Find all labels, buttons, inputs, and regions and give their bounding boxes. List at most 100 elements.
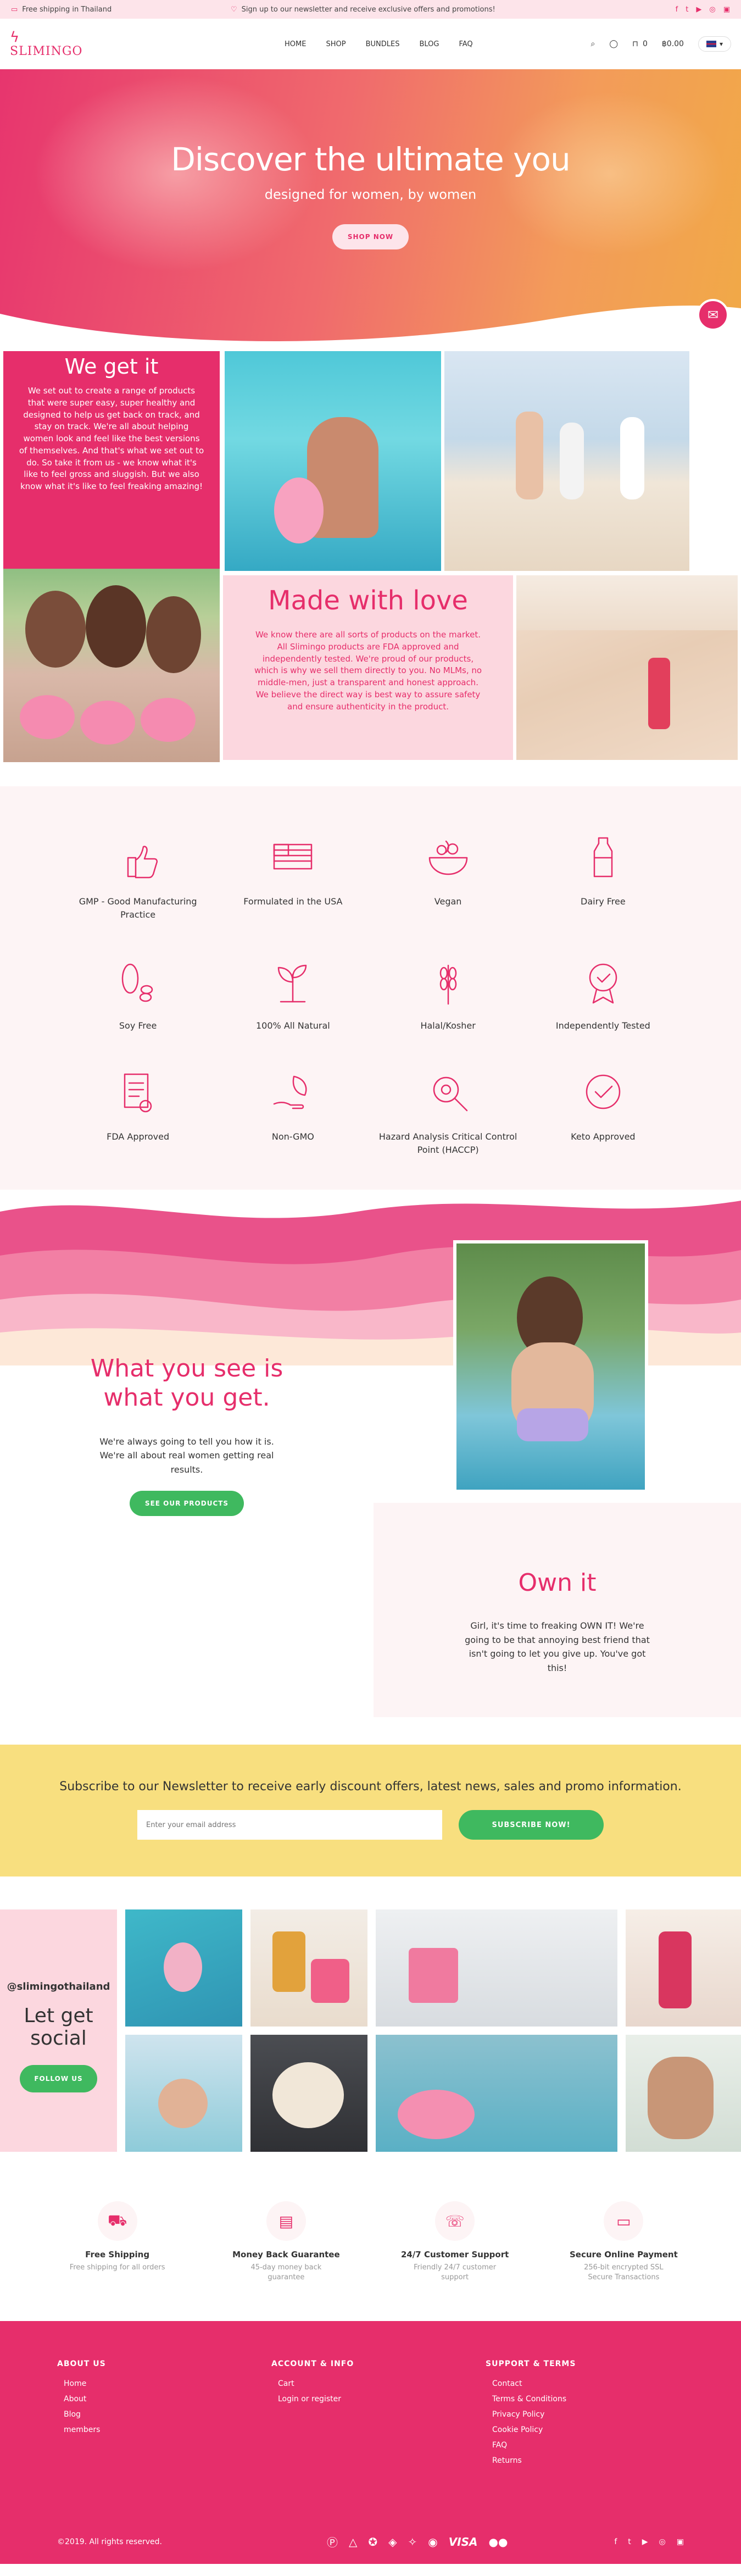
what-you-see-block: What you see is what you get. We're alwa… <box>66 1354 308 1517</box>
pool-splash-photo <box>453 1240 648 1493</box>
feature-label: Soy Free <box>119 1020 157 1031</box>
feature-label: Hazard Analysis Critical Control Point (… <box>378 1131 517 1155</box>
footer-about-link[interactable]: members <box>57 2425 271 2434</box>
feature-item: Non-GMO <box>215 1065 370 1157</box>
flamingo-pool-photo <box>225 351 441 571</box>
footer-account-link[interactable]: Login or register <box>271 2395 486 2403</box>
footer-support-link[interactable]: FAQ <box>486 2441 684 2450</box>
thumbs-up-icon <box>127 846 158 879</box>
benefit-desc: Friendly 24/7 customer support <box>414 2263 497 2282</box>
messenger-icon: ✉ <box>707 307 719 323</box>
feature-label: 100% All Natural <box>255 1020 330 1031</box>
instagram-handle[interactable]: @slimingothailand <box>0 1981 117 1992</box>
feature-item: FDA Approved <box>60 1065 215 1157</box>
nav-blog[interactable]: BLOG <box>419 40 439 48</box>
feature-label: Formulated in the USA <box>243 896 343 907</box>
linkedin-icon[interactable]: ▣ <box>677 2538 684 2546</box>
email-field[interactable] <box>137 1810 442 1840</box>
payment-logo-icon: ✧ <box>408 2535 417 2549</box>
account-icon[interactable]: ◯ <box>609 40 618 48</box>
what-you-see-title: What you see is what you get. <box>90 1354 283 1412</box>
heart-icon: ♡ <box>231 5 237 14</box>
facebook-icon[interactable]: f <box>614 2538 617 2546</box>
instagram-photo[interactable] <box>376 2035 617 2152</box>
youtube-icon[interactable]: ▶ <box>642 2538 648 2546</box>
instagram-photo[interactable] <box>125 1909 242 2027</box>
benefit-item: ▭ Secure Online Payment 256-bit encrypte… <box>539 2201 708 2283</box>
site-header: ϟ SLIMINGO HOME SHOP BUNDLES BLOG FAQ ⌕ … <box>0 19 741 69</box>
footer-support-link[interactable]: Terms & Conditions <box>486 2395 684 2403</box>
social-card: @slimingothailand Let get social FOLLOW … <box>0 1909 117 2152</box>
feature-item: 100% All Natural <box>215 954 370 1032</box>
instagram-photo[interactable] <box>125 2035 242 2152</box>
wheat-icon <box>439 964 456 1005</box>
features-grid: GMP - Good Manufacturing Practice Formul… <box>60 830 681 1157</box>
footer-support-link[interactable]: Privacy Policy <box>486 2410 684 2419</box>
benefit-item: ☏ 24/7 Customer Support Friendly 24/7 cu… <box>371 2201 539 2283</box>
features-section: GMP - Good Manufacturing Practice Formul… <box>0 786 741 1190</box>
instagram-icon[interactable]: ◎ <box>709 5 715 14</box>
feature-label: Keto Approved <box>571 1131 636 1142</box>
footer-account-link[interactable]: Cart <box>271 2379 486 2388</box>
logo[interactable]: ϟ SLIMINGO <box>10 30 82 58</box>
follow-us-button[interactable]: FOLLOW US <box>20 2065 97 2092</box>
footer-about-link[interactable]: About <box>57 2395 271 2403</box>
about-grid: We get it We set out to create a range o… <box>0 347 741 762</box>
nav-bundles[interactable]: BUNDLES <box>366 40 400 48</box>
footer-account: ACCOUNT & INFO Cart Login or register <box>271 2360 486 2472</box>
instagram-photo[interactable] <box>626 1909 741 2027</box>
twitter-icon[interactable]: t <box>628 2538 631 2546</box>
feature-item: GMP - Good Manufacturing Practice <box>60 830 215 921</box>
see-products-button[interactable]: SEE OUR PRODUCTS <box>129 1491 244 1517</box>
benefit-title: Secure Online Payment <box>569 2250 678 2259</box>
cart-total: ฿0.00 <box>661 40 684 48</box>
search-icon[interactable]: ⌕ <box>591 40 595 48</box>
payment-logo-icon: △ <box>348 2535 358 2549</box>
promo-text[interactable]: Sign up to our newsletter and receive ex… <box>242 5 495 14</box>
document-icon <box>124 1073 152 1113</box>
youtube-icon[interactable]: ▶ <box>696 5 701 14</box>
visa-logo: VISA <box>448 2535 478 2549</box>
nav-shop[interactable]: SHOP <box>326 40 346 48</box>
footer-bottom: ©2019. All rights reserved. Ⓟ △ ✪ ◈ ✧ ◉ … <box>57 2534 684 2550</box>
hero-wave <box>0 306 741 347</box>
instagram-photo[interactable] <box>250 1909 367 2027</box>
cart-button[interactable]: ⊓ 0 <box>632 40 648 48</box>
own-it-body: Girl, it's time to freaking OWN IT! We'r… <box>465 1620 650 1673</box>
twitter-icon[interactable]: t <box>686 5 688 14</box>
newsletter-title: Subscribe to our Newsletter to receive e… <box>59 1780 682 1794</box>
payment-logo-icon: ◈ <box>388 2535 397 2549</box>
linkedin-icon[interactable]: ▣ <box>723 5 730 14</box>
footer-about-link[interactable]: Blog <box>57 2410 271 2419</box>
newsletter-form: SUBSCRIBE NOW! <box>0 1810 741 1840</box>
instagram-photo[interactable] <box>250 2035 367 2152</box>
payment-logo-icon: ◉ <box>428 2535 438 2549</box>
instagram-photo[interactable] <box>626 2035 741 2152</box>
facebook-icon[interactable]: f <box>676 5 678 14</box>
footer-support-link[interactable]: Returns <box>486 2456 684 2465</box>
instagram-icon[interactable]: ◎ <box>659 2538 666 2546</box>
benefit-desc: 256-bit encrypted SSL Secure Transaction… <box>584 2263 664 2282</box>
nav-faq[interactable]: FAQ <box>459 40 472 48</box>
footer-support-link[interactable]: Cookie Policy <box>486 2425 684 2434</box>
money-icon: ▤ <box>266 2201 306 2241</box>
shop-now-button[interactable]: SHOP NOW <box>332 224 409 249</box>
instagram-photo[interactable] <box>376 1909 617 2027</box>
chevron-down-icon: ▾ <box>719 40 723 48</box>
card-icon: ▭ <box>604 2201 644 2241</box>
us-flag-icon <box>274 843 313 870</box>
newsletter-section: Subscribe to our Newsletter to receive e… <box>0 1745 741 1877</box>
footer-about-link[interactable]: Home <box>57 2379 271 2388</box>
nav-home[interactable]: HOME <box>285 40 306 48</box>
footer-about: ABOUT US Home About Blog members <box>57 2360 271 2472</box>
made-with-love-card: Made with love We know there are all sor… <box>223 575 513 760</box>
shipping-text: Free shipping in Thailand <box>22 5 112 14</box>
main-nav: HOME SHOP BUNDLES BLOG FAQ <box>285 40 473 48</box>
language-selector[interactable]: ▾ <box>698 36 731 52</box>
messenger-chat-button[interactable]: ✉ <box>697 299 729 331</box>
footer-support-link[interactable]: Contact <box>486 2379 684 2388</box>
feature-item: Vegan <box>371 830 526 921</box>
subscribe-button[interactable]: SUBSCRIBE NOW! <box>459 1810 604 1840</box>
uk-flag-icon <box>706 41 716 47</box>
promo-notice[interactable]: ♡ Sign up to our newsletter and receive … <box>231 5 495 14</box>
